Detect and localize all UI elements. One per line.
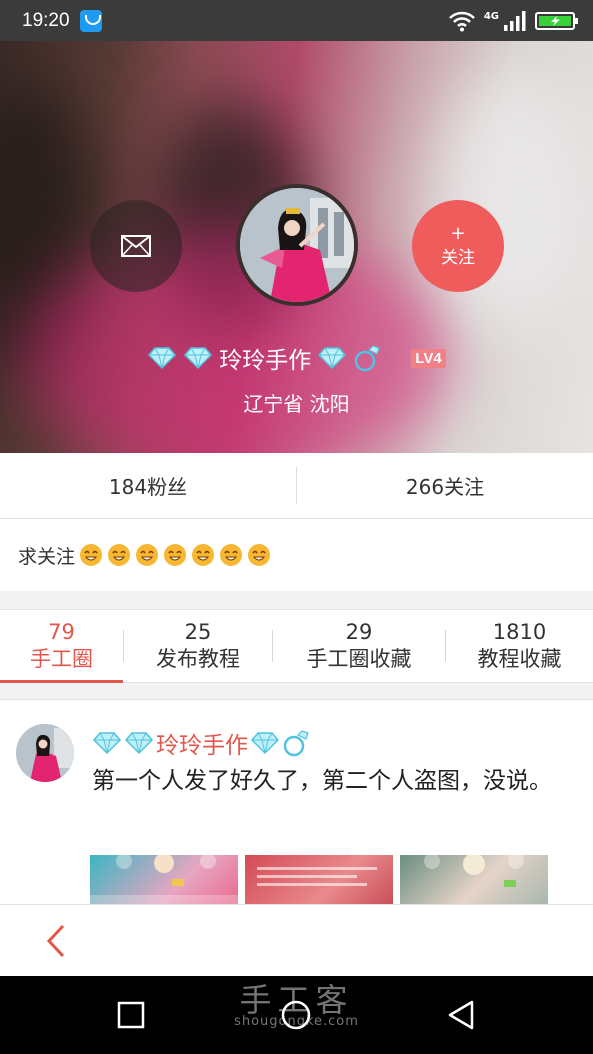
user-name: 玲玲手作 — [219, 348, 312, 374]
post-author-row: 玲玲手作 — [92, 726, 310, 760]
feed-post[interactable]: 玲玲手作 第一个人发了好久了，第二个人盗图，没说。 — [0, 699, 593, 904]
post-image-thumbnail[interactable] — [245, 855, 393, 904]
ring-icon — [283, 730, 309, 757]
smile-emoji-icon — [108, 544, 131, 566]
app-store-icon — [79, 9, 102, 32]
thumbnail-image — [424, 855, 524, 887]
envelope-icon — [121, 235, 151, 257]
profile-header: + 关注 玲玲手作 LV4 辽宁省 沈阳 — [0, 41, 593, 453]
diamond-icon — [250, 732, 280, 755]
wifi-icon — [448, 11, 475, 31]
tab-count: 79 — [48, 620, 75, 644]
user-location: 辽宁省 沈阳 — [243, 392, 350, 416]
avatar-doll-image — [16, 724, 74, 782]
post-image-thumbnail[interactable] — [400, 855, 548, 904]
post-image-thumbnail[interactable] — [90, 855, 238, 904]
smile-emoji-icon — [136, 544, 159, 566]
message-button[interactable] — [90, 200, 182, 292]
thumbnail-image — [257, 867, 377, 886]
avatar[interactable] — [236, 184, 358, 306]
square-icon — [117, 1001, 145, 1029]
home-button[interactable] — [275, 994, 317, 1036]
tab-label: 手工圈 — [30, 647, 93, 671]
back-button[interactable] — [36, 921, 76, 961]
stats-row: 184粉丝 266关注 — [0, 453, 593, 519]
ring-icon — [355, 345, 381, 372]
bottom-bar — [0, 904, 593, 976]
signal-icon — [504, 10, 526, 31]
tab-count: 29 — [345, 620, 373, 644]
plus-icon: + — [450, 222, 466, 244]
following-count[interactable]: 266关注 — [297, 453, 593, 518]
follow-button[interactable]: + 关注 — [412, 200, 504, 292]
smile-emoji-icon — [80, 544, 103, 566]
status-time: 19:20 — [22, 9, 70, 31]
tab-label: 发布教程 — [156, 647, 240, 671]
user-bio: 求关注 — [0, 519, 593, 591]
follow-label: 关注 — [441, 247, 475, 268]
level-badge: LV4 — [411, 348, 446, 368]
smile-emoji-icon — [248, 544, 271, 566]
diamond-icon — [184, 347, 213, 370]
recent-apps-button[interactable] — [110, 994, 152, 1036]
profile-name-row: 玲玲手作 LV4 — [0, 341, 593, 375]
smile-emoji-icon — [164, 544, 187, 566]
triangle-back-icon — [448, 1000, 474, 1030]
tab-circle-favorites[interactable]: 29 手工圈收藏 — [273, 610, 445, 682]
post-author-name[interactable]: 玲玲手作 — [156, 726, 248, 760]
diamond-icon — [124, 732, 154, 755]
thumbnail-image — [90, 855, 238, 904]
post-text: 第一个人发了好久了，第二个人盗图，没说。 — [92, 768, 552, 794]
tab-published-tutorials[interactable]: 25 发布教程 — [124, 610, 272, 682]
circle-icon — [281, 1000, 311, 1030]
system-nav-bar: 手工客 shougongke.com — [0, 976, 593, 1054]
back-nav-button[interactable] — [440, 994, 482, 1036]
network-type-label: 4G — [483, 11, 499, 22]
tab-count: 1810 — [492, 620, 547, 644]
profile-tabs: 79 手工圈 25 发布教程 29 手工圈收藏 1810 教程收藏 — [0, 609, 593, 683]
battery-charging-icon — [535, 11, 578, 30]
diamond-icon — [318, 347, 347, 370]
diamond-icon — [148, 347, 177, 370]
status-icons: 4G — [448, 10, 579, 32]
avatar-doll-image — [240, 188, 354, 302]
diamond-icon — [92, 732, 122, 755]
status-bar: 19:20 4G — [0, 0, 593, 41]
chevron-left-icon — [46, 924, 65, 958]
post-author-avatar[interactable] — [16, 724, 74, 782]
tab-label: 手工圈收藏 — [306, 647, 412, 671]
smile-emoji-icon — [220, 544, 243, 566]
smile-emoji-icon — [192, 544, 215, 566]
tab-count: 25 — [184, 620, 212, 644]
tab-handicraft-circle[interactable]: 79 手工圈 — [0, 610, 123, 683]
tab-label: 教程收藏 — [477, 647, 562, 671]
bio-text: 求关注 — [18, 545, 76, 568]
tab-tutorial-favorites[interactable]: 1810 教程收藏 — [446, 610, 593, 682]
fans-count[interactable]: 184粉丝 — [0, 453, 296, 518]
